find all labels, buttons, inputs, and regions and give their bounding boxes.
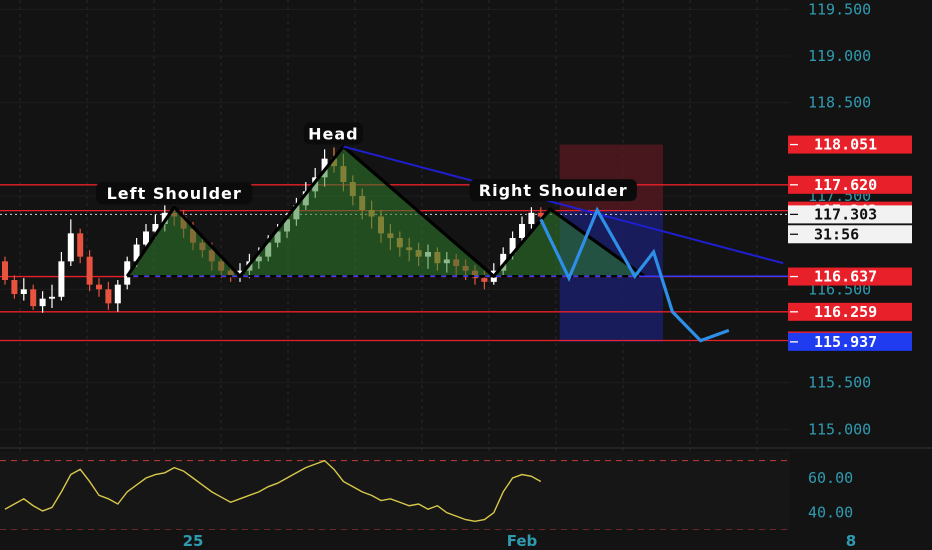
right-shoulder-text: Right Shoulder — [479, 181, 628, 200]
price-badge-label: 31:56 — [814, 225, 859, 243]
candle-body — [114, 284, 121, 304]
candle-body — [67, 233, 74, 262]
candle-body — [11, 280, 18, 294]
price-badge-label: 115.937 — [814, 333, 877, 351]
left-shoulder-label: Left Shoulder — [96, 182, 253, 205]
price-chart-svg[interactable]: Left Shoulder Head Right Shoulder 60.00 4… — [0, 0, 932, 550]
time-tick-label: 25 — [183, 532, 204, 550]
price-badge: 118.051 — [788, 135, 912, 154]
price-tick-label: 118.500 — [808, 94, 871, 112]
candle-body — [2, 261, 8, 280]
price-badge: 116.637 — [788, 267, 912, 286]
price-badge: 116.259 — [788, 302, 912, 321]
price-badge-label: 118.051 — [814, 136, 877, 154]
candle-body — [519, 224, 525, 238]
price-tick-label: 119.500 — [808, 0, 871, 18]
price-badge-label: 117.303 — [814, 205, 877, 223]
candle-body — [481, 278, 488, 282]
price-tick-label: 119.000 — [808, 47, 871, 65]
candle-body — [86, 256, 93, 285]
price-tick-label: 115.500 — [808, 374, 871, 392]
candle-body — [49, 296, 55, 299]
oscillator-axis-label: 40.00 — [808, 504, 853, 522]
time-tick-label: 8 — [846, 532, 856, 550]
candle-body — [528, 212, 535, 224]
head-label: Head — [303, 122, 363, 145]
time-tick-label: Feb — [507, 532, 538, 550]
head-text: Head — [308, 125, 359, 144]
chart-canvas[interactable]: Left Shoulder Head Right Shoulder 60.00 4… — [0, 0, 932, 550]
oscillator-axis-label: 60.00 — [808, 469, 853, 487]
right-shoulder-label: Right Shoulder — [469, 179, 637, 202]
candle-body — [77, 233, 84, 257]
candle-body — [105, 289, 112, 304]
candle-body — [39, 298, 46, 307]
price-badge: 117.303 — [788, 205, 912, 224]
candle-body — [143, 231, 149, 245]
price-tick-label: 115.000 — [808, 420, 871, 438]
candle-body — [96, 284, 102, 290]
time-axis[interactable]: 1825Feb815 — [0, 530, 932, 550]
price-badge: 117.620 — [788, 175, 912, 194]
price-badge-label: 117.620 — [814, 176, 877, 194]
candle-body — [30, 289, 37, 307]
price-badge-label: 116.259 — [814, 303, 877, 321]
price-badge-label: 116.637 — [814, 268, 877, 286]
price-badge: 31:56 — [788, 225, 912, 244]
candle-body — [58, 261, 65, 297]
left-shoulder-text: Left Shoulder — [107, 184, 242, 203]
candle-body — [20, 289, 27, 294]
time-axis-bg — [0, 530, 932, 550]
oscillator-bg — [0, 452, 790, 530]
price-badge: 115.937 — [788, 332, 912, 351]
